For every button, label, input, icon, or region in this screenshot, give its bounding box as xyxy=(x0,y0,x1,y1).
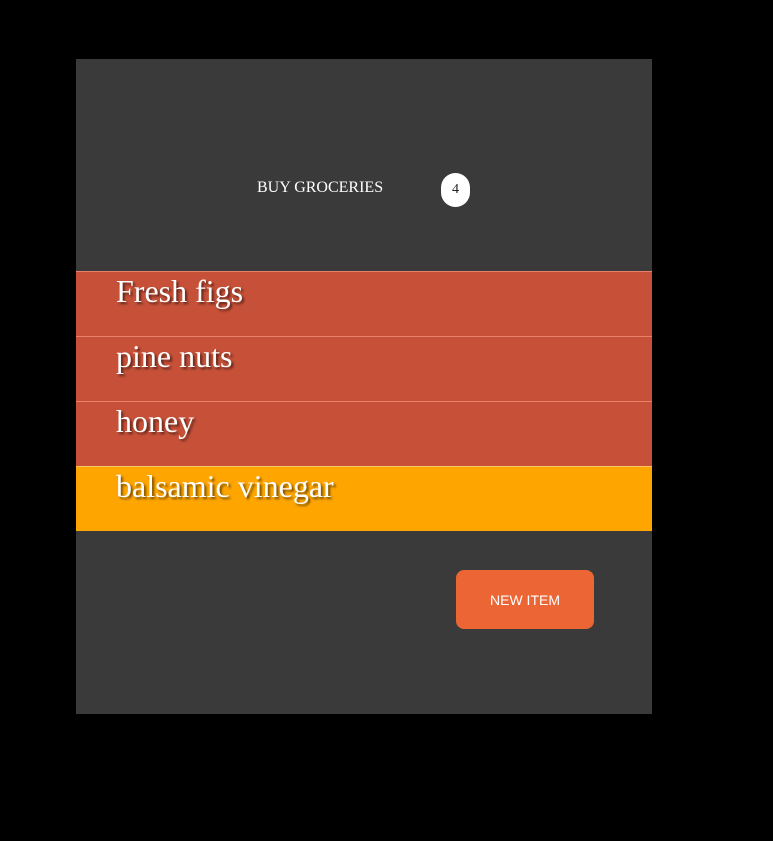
header: BUY GROCERIES 4 xyxy=(76,59,652,271)
item-count-badge: 4 xyxy=(441,173,470,207)
list-item[interactable]: Fresh figs xyxy=(76,271,652,336)
list-item-label: honey xyxy=(116,403,195,439)
list-item-label: balsamic vinegar xyxy=(116,468,334,504)
list-title: BUY GROCERIES xyxy=(257,179,384,196)
grocery-list: Fresh figs pine nuts honey balsamic vine… xyxy=(76,271,652,531)
list-item[interactable]: pine nuts xyxy=(76,336,652,401)
new-item-button[interactable]: NEW ITEM xyxy=(456,570,594,629)
list-item-selected[interactable]: balsamic vinegar xyxy=(76,466,652,531)
grocery-app: BUY GROCERIES 4 Fresh figs pine nuts hon… xyxy=(76,59,652,714)
list-item[interactable]: honey xyxy=(76,401,652,466)
list-item-label: pine nuts xyxy=(116,338,233,374)
list-item-label: Fresh figs xyxy=(116,273,244,309)
